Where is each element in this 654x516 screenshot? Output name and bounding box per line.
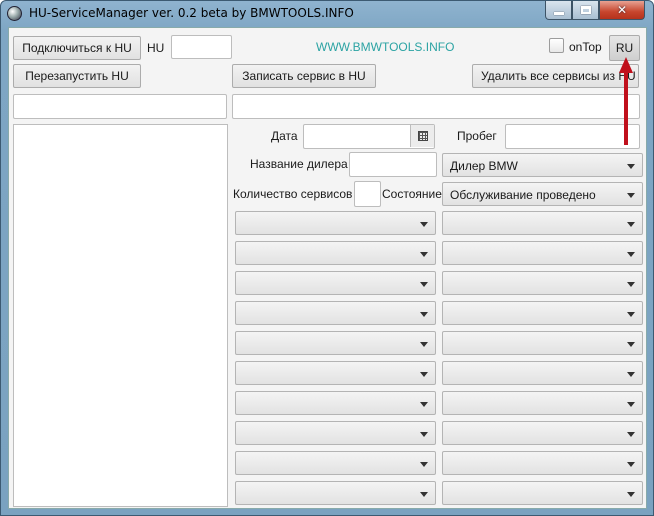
service-select-left[interactable]: [235, 241, 436, 265]
status-select-value: Обслуживание проведено: [450, 188, 596, 202]
status-field-right[interactable]: [232, 94, 640, 119]
service-select-right[interactable]: [442, 211, 643, 235]
chevron-down-icon: [627, 402, 635, 407]
dealer-name-label: Название дилера: [250, 157, 348, 171]
service-select-right[interactable]: [442, 451, 643, 475]
chevron-down-icon: [627, 164, 635, 169]
chevron-down-icon: [627, 492, 635, 497]
chevron-down-icon: [627, 222, 635, 227]
chevron-down-icon: [420, 462, 428, 467]
app-window: HU-ServiceManager ver. 0.2 beta by BMWTO…: [0, 0, 654, 516]
chevron-down-icon: [420, 282, 428, 287]
maximize-icon: [580, 6, 591, 14]
service-select-right[interactable]: [442, 391, 643, 415]
service-select-left[interactable]: [235, 391, 436, 415]
date-label: Дата: [271, 129, 298, 143]
site-link[interactable]: WWW.BMWTOOLS.INFO: [316, 40, 454, 54]
write-service-button[interactable]: Записать сервис в HU: [232, 64, 376, 88]
service-select-right[interactable]: [442, 361, 643, 385]
chevron-down-icon: [627, 372, 635, 377]
annotation-arrow-icon: [619, 57, 633, 145]
chevron-down-icon: [420, 402, 428, 407]
mileage-label: Пробег: [457, 129, 497, 143]
service-select-right[interactable]: [442, 331, 643, 355]
calendar-button[interactable]: [410, 125, 434, 147]
ontop-checkbox[interactable]: [549, 38, 564, 53]
chevron-down-icon: [420, 312, 428, 317]
service-select-left[interactable]: [235, 301, 436, 325]
calendar-icon: [418, 131, 428, 141]
chevron-down-icon: [420, 342, 428, 347]
status-label: Состояние: [382, 187, 442, 201]
chevron-down-icon: [420, 432, 428, 437]
chevron-down-icon: [627, 282, 635, 287]
delete-all-services-button[interactable]: Удалить все сервисы из HU: [472, 64, 639, 88]
dealer-select-value: Дилер BMW: [450, 159, 518, 173]
restart-hu-button[interactable]: Перезапустить HU: [13, 64, 141, 88]
hu-address-input[interactable]: [171, 35, 232, 59]
chevron-down-icon: [420, 222, 428, 227]
service-select-right[interactable]: [442, 421, 643, 445]
dealer-name-input[interactable]: [349, 152, 437, 177]
minimize-icon: [553, 11, 564, 15]
chevron-down-icon: [627, 193, 635, 198]
service-select-left[interactable]: [235, 271, 436, 295]
close-icon: ✕: [616, 3, 628, 17]
service-select-left[interactable]: [235, 211, 436, 235]
client-area: Подключиться к HU HU WWW.BMWTOOLS.INFO o…: [8, 27, 647, 509]
service-select-right[interactable]: [442, 481, 643, 505]
service-select-left[interactable]: [235, 481, 436, 505]
minimize-button[interactable]: [545, 1, 572, 20]
service-list-panel[interactable]: [13, 124, 228, 507]
service-count-label: Количество сервисов: [233, 187, 353, 201]
title-bar[interactable]: HU-ServiceManager ver. 0.2 beta by BMWTO…: [1, 1, 653, 27]
chevron-down-icon: [420, 492, 428, 497]
close-button[interactable]: ✕: [599, 1, 645, 20]
service-select-left[interactable]: [235, 361, 436, 385]
dealer-select[interactable]: Дилер BMW: [442, 153, 643, 177]
chevron-down-icon: [627, 252, 635, 257]
service-select-left[interactable]: [235, 451, 436, 475]
date-picker[interactable]: [303, 124, 435, 149]
status-field-left[interactable]: [13, 94, 227, 119]
hu-label: HU: [147, 41, 165, 55]
service-select-right[interactable]: [442, 241, 643, 265]
service-count-input[interactable]: [354, 181, 381, 207]
service-select-left[interactable]: [235, 331, 436, 355]
maximize-button[interactable]: [572, 1, 599, 20]
window-title: HU-ServiceManager ver. 0.2 beta by BMWTO…: [29, 6, 354, 20]
status-select[interactable]: Обслуживание проведено: [442, 182, 643, 206]
service-select-right[interactable]: [442, 271, 643, 295]
app-icon: [7, 6, 22, 21]
chevron-down-icon: [627, 342, 635, 347]
chevron-down-icon: [420, 372, 428, 377]
service-select-right[interactable]: [442, 301, 643, 325]
chevron-down-icon: [627, 312, 635, 317]
chevron-down-icon: [627, 462, 635, 467]
ontop-label: onTop: [569, 40, 602, 54]
service-select-left[interactable]: [235, 421, 436, 445]
connect-hu-button[interactable]: Подключиться к HU: [13, 36, 141, 60]
chevron-down-icon: [420, 252, 428, 257]
chevron-down-icon: [627, 432, 635, 437]
